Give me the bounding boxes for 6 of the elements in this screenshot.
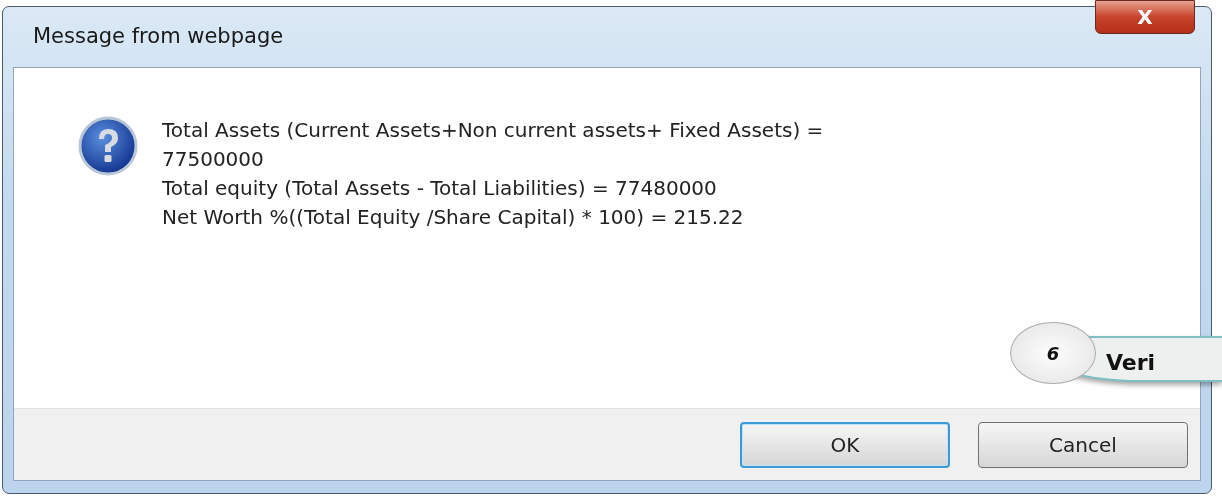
question-icon [78,116,138,176]
dialog-button[interactable]: OK [740,421,950,468]
message-text: Total Assets (Current Assets+Non current assets+ Fixed Assets) = 77500000 Total equity (Total Assets - Total Liabilities) = 77480000 Net Worth %((Total Equity /Share Capital) * 100) = 215.22 [162,117,824,231]
window-title: Message from webpage [33,23,284,51]
close-button[interactable]: X [1095,0,1195,34]
dialog-button[interactable]: Cancel [978,421,1188,468]
